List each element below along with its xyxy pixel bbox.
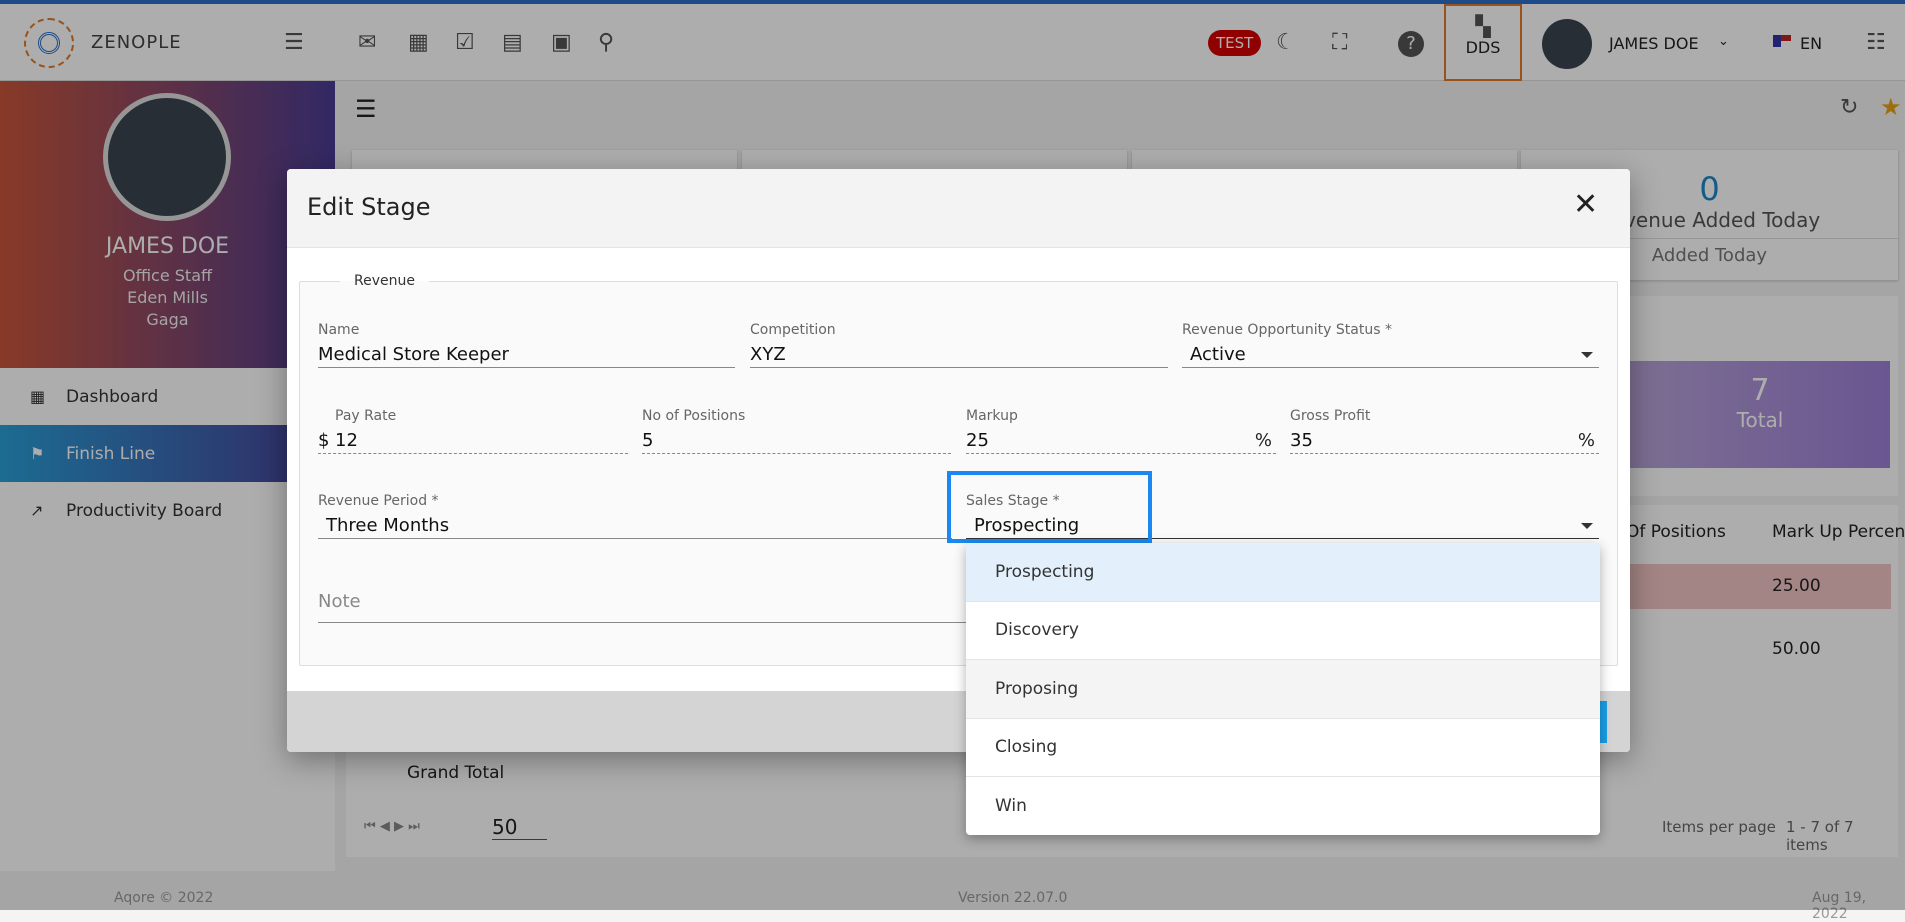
close-icon[interactable]: ✕ <box>1573 187 1598 222</box>
sales-stage-options: Prospecting Discovery Proposing Closing … <box>966 543 1600 835</box>
fieldset-legend: Revenue <box>354 273 415 289</box>
option-proposing[interactable]: Proposing <box>966 660 1600 719</box>
currency-prefix: $ <box>318 430 330 451</box>
field-value: 25 <box>966 430 989 451</box>
option-discovery[interactable]: Discovery <box>966 602 1600 660</box>
note-placeholder: Note <box>318 591 361 612</box>
field-label: Competition <box>750 322 836 338</box>
field-value: 12 <box>335 430 358 451</box>
percent-suffix: % <box>1254 430 1272 451</box>
markup-field[interactable]: Markup 25% <box>966 408 1276 456</box>
gross-profit-field[interactable]: Gross Profit 35% <box>1290 408 1599 456</box>
field-label: No of Positions <box>642 408 746 424</box>
field-label: Markup <box>966 408 1018 424</box>
field-value: Active <box>1190 344 1246 365</box>
dialog-header: Edit Stage ✕ <box>287 169 1630 248</box>
field-value: Medical Store Keeper <box>318 344 509 365</box>
field-label: Name <box>318 322 360 338</box>
dropdown-arrow-icon <box>1581 352 1593 358</box>
option-prospecting[interactable]: Prospecting <box>966 543 1600 602</box>
field-label: Pay Rate <box>335 408 397 424</box>
option-win[interactable]: Win <box>966 777 1600 836</box>
field-label: Revenue Period * <box>318 493 439 509</box>
revenue-status-select[interactable]: Revenue Opportunity Status * Active <box>1182 322 1599 370</box>
positions-field[interactable]: No of Positions 5 <box>642 408 951 456</box>
field-value: XYZ <box>750 344 786 365</box>
competition-field[interactable]: Competition XYZ <box>750 322 1168 370</box>
name-field[interactable]: Name Medical Store Keeper <box>318 322 735 370</box>
revenue-period-select[interactable]: Revenue Period * Three Months <box>318 493 952 541</box>
percent-suffix: % <box>1577 430 1595 451</box>
field-value: 5 <box>642 430 654 451</box>
option-closing[interactable]: Closing <box>966 719 1600 777</box>
field-label: Gross Profit <box>1290 408 1371 424</box>
field-value: 35 <box>1290 430 1313 451</box>
dialog-title: Edit Stage <box>307 193 431 221</box>
dropdown-arrow-icon <box>1581 523 1593 529</box>
sales-stage-focus-highlight <box>947 471 1152 543</box>
pay-rate-field[interactable]: Pay Rate $12 <box>318 408 628 456</box>
field-value: Three Months <box>326 515 450 536</box>
field-label: Revenue Opportunity Status * <box>1182 322 1392 338</box>
